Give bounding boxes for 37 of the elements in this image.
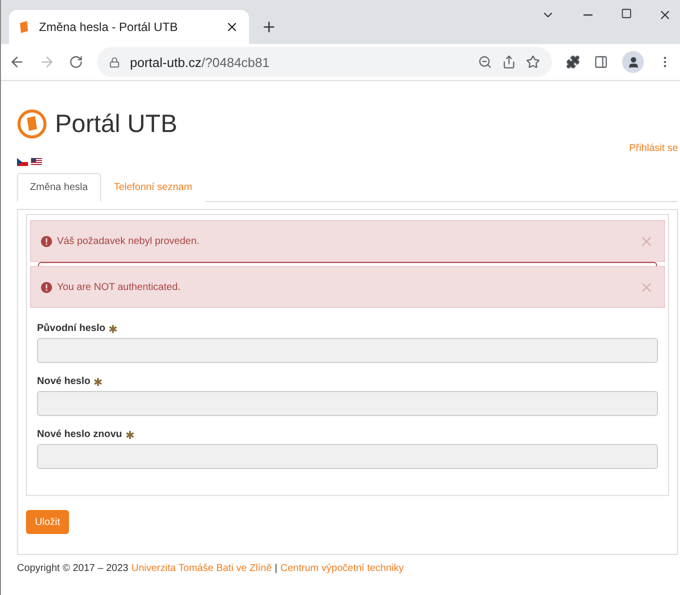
- field-label: Původní heslo: [37, 323, 106, 334]
- login-link[interactable]: Přihlásit se: [629, 143, 678, 154]
- zoom-out-icon[interactable]: [478, 55, 492, 69]
- separator: |: [274, 563, 278, 574]
- site-title: Portál UTB: [55, 110, 178, 138]
- alert-message: Váš požadavek nebyl proveden.: [57, 236, 200, 246]
- star-icon[interactable]: [526, 55, 540, 69]
- alert-message: You are NOT authenticated.: [57, 282, 182, 292]
- logo-icon: [17, 109, 47, 139]
- password-field[interactable]: [37, 444, 658, 469]
- university-link[interactable]: Univerzita Tomáše Bati ve Zlíně: [131, 563, 272, 574]
- back-icon[interactable]: [9, 54, 25, 70]
- field-label: Nové heslo: [37, 376, 90, 387]
- side-panel-icon[interactable]: [594, 55, 608, 69]
- exclamation-icon: [41, 282, 52, 292]
- us-flag-icon[interactable]: [31, 158, 42, 166]
- copyright-text: Copyright © 2017 – 2023: [17, 563, 128, 574]
- browser-tab[interactable]: Změna hesla - Portál UTB: [9, 10, 249, 44]
- share-icon[interactable]: [502, 55, 516, 69]
- close-icon[interactable]: [658, 8, 672, 22]
- address-bar[interactable]: portal-utb.cz/?0484cb81: [97, 47, 552, 77]
- password-field[interactable]: [37, 338, 658, 363]
- new-tab-icon[interactable]: [261, 19, 277, 35]
- puzzle-icon[interactable]: [566, 55, 580, 69]
- profile-avatar[interactable]: [622, 51, 644, 73]
- tab[interactable]: Změna hesla: [17, 173, 101, 202]
- field-label: Nové heslo znovu: [37, 429, 122, 440]
- czech-flag-icon[interactable]: [17, 158, 28, 166]
- book-icon: [19, 21, 29, 33]
- reload-icon[interactable]: [69, 55, 83, 69]
- exclamation-icon: [41, 236, 52, 246]
- lock-icon: [109, 56, 120, 68]
- save-button[interactable]: Uložit: [26, 510, 70, 534]
- close-icon[interactable]: [225, 20, 239, 34]
- maximize-icon[interactable]: [621, 8, 632, 19]
- password-field[interactable]: [37, 391, 658, 416]
- computing-center-link[interactable]: Centrum výpočetní techniky: [280, 563, 404, 574]
